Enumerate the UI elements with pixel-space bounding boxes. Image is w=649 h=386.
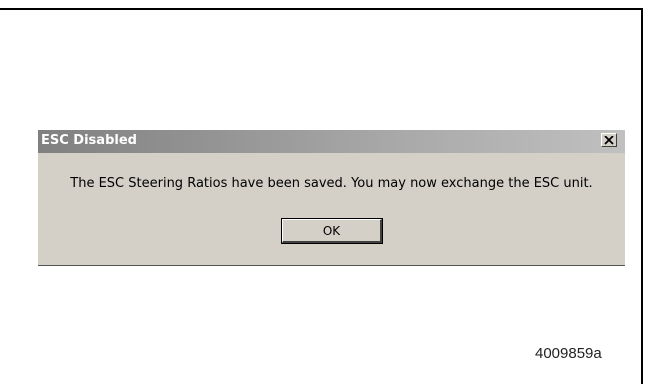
figure-id: 4009859a: [535, 345, 602, 362]
ok-button[interactable]: OK: [281, 218, 383, 244]
dialog-title: ESC Disabled: [41, 133, 137, 148]
close-button[interactable]: [601, 133, 617, 147]
close-icon: [604, 135, 614, 145]
esc-disabled-dialog: ESC Disabled The ESC Steering Ratios hav…: [38, 130, 625, 266]
dialog-message: The ESC Steering Ratios have been saved.…: [70, 176, 593, 191]
dialog-titlebar: ESC Disabled: [38, 130, 625, 153]
